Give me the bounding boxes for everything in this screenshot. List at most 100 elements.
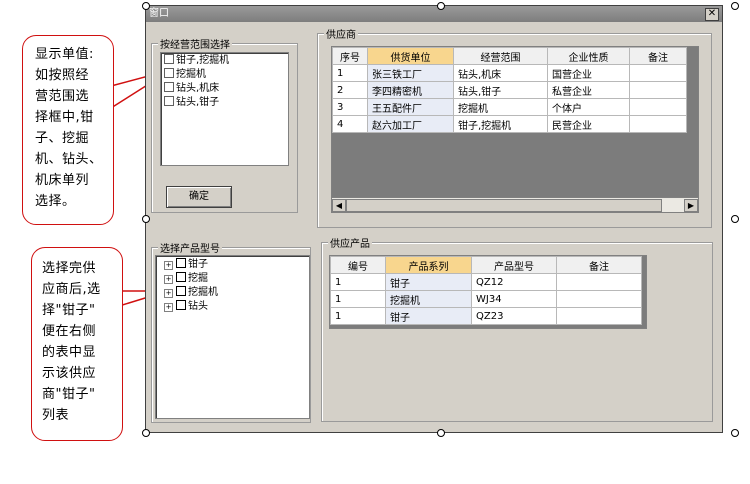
table-row[interactable]: 3 王五配件厂 挖掘机 个体户 xyxy=(332,98,687,116)
table-cell[interactable]: 钳子 xyxy=(385,273,472,291)
table-cell[interactable]: QZ23 xyxy=(471,307,557,325)
column-header[interactable]: 备注 xyxy=(556,256,642,274)
callout-top-line: 选择。 xyxy=(35,194,76,209)
table-cell[interactable] xyxy=(629,64,687,82)
resize-handle[interactable] xyxy=(437,429,445,437)
checkbox[interactable] xyxy=(164,96,174,106)
column-header[interactable]: 备注 xyxy=(629,47,687,65)
table-cell[interactable] xyxy=(629,115,687,133)
table-cell[interactable] xyxy=(629,81,687,99)
table-cell[interactable]: WJ34 xyxy=(471,290,557,308)
table-cell[interactable] xyxy=(629,98,687,116)
checkbox[interactable] xyxy=(164,54,174,64)
tree-node[interactable]: + 钻头 xyxy=(164,300,208,313)
column-header[interactable]: 序号 xyxy=(332,47,368,65)
checkbox[interactable] xyxy=(164,68,174,78)
table-cell[interactable]: 钻头,机床 xyxy=(453,64,548,82)
scope-item[interactable]: 挖掘机 xyxy=(164,68,206,81)
product-group: 供应产品 编号 产品系列 产品型号 备注 1 钳子 QZ12 1 挖掘机 WJ3… xyxy=(321,235,713,422)
table-cell[interactable]: 1 xyxy=(330,290,386,308)
table-row[interactable]: 1 张三铁工厂 钻头,机床 国营企业 xyxy=(332,64,687,82)
table-cell[interactable]: 李四精密机 xyxy=(367,81,454,99)
column-header[interactable]: 产品系列 xyxy=(385,256,472,274)
resize-handle[interactable] xyxy=(142,215,150,223)
table-cell[interactable]: 个体户 xyxy=(547,98,630,116)
title-bar[interactable]: 窗口 ✕ xyxy=(146,6,722,22)
tree-node-label: 挖掘机 xyxy=(188,287,218,298)
product-grid: 编号 产品系列 产品型号 备注 1 钳子 QZ12 1 挖掘机 WJ34 1 钳… xyxy=(330,256,642,325)
column-header[interactable]: 供货单位 xyxy=(367,47,454,65)
horizontal-scrollbar[interactable]: ◀ ▶ xyxy=(332,197,698,212)
scroll-thumb[interactable] xyxy=(346,199,662,212)
table-cell[interactable]: 1 xyxy=(330,307,386,325)
table-cell[interactable] xyxy=(556,273,642,291)
table-row[interactable]: 2 李四精密机 钻头,钳子 私营企业 xyxy=(332,81,687,99)
callout-top-line: 子、挖掘 xyxy=(35,131,90,146)
scroll-left-icon[interactable]: ◀ xyxy=(332,199,346,212)
table-cell[interactable]: 私营企业 xyxy=(547,81,630,99)
checkbox[interactable] xyxy=(176,258,186,268)
table-cell[interactable]: 4 xyxy=(332,115,368,133)
table-cell[interactable]: 3 xyxy=(332,98,368,116)
table-row[interactable]: 4 赵六加工厂 钳子,挖掘机 民营企业 xyxy=(332,115,687,133)
table-cell[interactable]: 2 xyxy=(332,81,368,99)
table-cell[interactable]: 1 xyxy=(330,273,386,291)
product-header-row: 编号 产品系列 产品型号 备注 xyxy=(330,256,642,274)
tree-node[interactable]: + 钳子 xyxy=(164,258,208,271)
table-cell[interactable] xyxy=(556,290,642,308)
table-cell[interactable] xyxy=(556,307,642,325)
tree-node-label: 挖掘 xyxy=(188,273,208,284)
confirm-button[interactable]: 确定 xyxy=(166,186,232,208)
table-cell[interactable]: 张三铁工厂 xyxy=(367,64,454,82)
product-table[interactable]: 编号 产品系列 产品型号 备注 1 钳子 QZ12 1 挖掘机 WJ34 1 钳… xyxy=(329,255,647,329)
table-cell[interactable]: 钻头,钳子 xyxy=(453,81,548,99)
resize-handle[interactable] xyxy=(142,429,150,437)
tree-node-label: 钳子 xyxy=(188,259,208,270)
table-cell[interactable]: 国营企业 xyxy=(547,64,630,82)
table-row[interactable]: 1 钳子 QZ23 xyxy=(330,307,642,325)
product-type-group-label: 选择产品型号 xyxy=(158,240,222,255)
checkbox[interactable] xyxy=(176,286,186,296)
checkbox[interactable] xyxy=(176,272,186,282)
expand-icon[interactable]: + xyxy=(164,303,173,312)
column-header[interactable]: 产品型号 xyxy=(471,256,557,274)
resize-handle[interactable] xyxy=(142,2,150,10)
table-cell[interactable]: 挖掘机 xyxy=(453,98,548,116)
tree-node[interactable]: + 挖掘机 xyxy=(164,286,218,299)
table-cell[interactable]: 王五配件厂 xyxy=(367,98,454,116)
scope-item[interactable]: 钻头,机床 xyxy=(164,82,219,95)
table-cell[interactable]: 挖掘机 xyxy=(385,290,472,308)
supplier-table[interactable]: 序号 供货单位 经营范围 企业性质 备注 1 张三铁工厂 钻头,机床 国营企业 xyxy=(331,46,699,213)
checkbox[interactable] xyxy=(176,300,186,310)
close-button[interactable]: ✕ xyxy=(705,8,719,21)
scroll-right-icon[interactable]: ▶ xyxy=(684,199,698,212)
scope-item[interactable]: 钻头,钳子 xyxy=(164,96,219,109)
scope-group: 按经营范围选择 钳子,挖掘机 挖掘机 钻头,机床 钻头,钳子 确定 xyxy=(151,36,298,213)
expand-icon[interactable]: + xyxy=(164,261,173,270)
scope-item-label: 挖掘机 xyxy=(176,69,206,80)
resize-handle[interactable] xyxy=(437,2,445,10)
table-cell[interactable]: 钳子,挖掘机 xyxy=(453,115,548,133)
product-type-tree[interactable]: + 钳子 + 挖掘 + 挖掘机 + 钻头 xyxy=(155,255,310,419)
scope-item[interactable]: 钳子,挖掘机 xyxy=(164,54,229,67)
resize-handle[interactable] xyxy=(731,429,739,437)
table-cell[interactable]: 民营企业 xyxy=(547,115,630,133)
column-header[interactable]: 编号 xyxy=(330,256,386,274)
table-cell[interactable]: 1 xyxy=(332,64,368,82)
column-header[interactable]: 经营范围 xyxy=(453,47,548,65)
table-cell[interactable]: 赵六加工厂 xyxy=(367,115,454,133)
resize-handle[interactable] xyxy=(731,2,739,10)
table-row[interactable]: 1 挖掘机 WJ34 xyxy=(330,290,642,308)
table-cell[interactable]: 钳子 xyxy=(385,307,472,325)
expand-icon[interactable]: + xyxy=(164,275,173,284)
resize-handle[interactable] xyxy=(731,215,739,223)
checkbox[interactable] xyxy=(164,82,174,92)
column-header[interactable]: 企业性质 xyxy=(547,47,630,65)
expand-icon[interactable]: + xyxy=(164,289,173,298)
table-row[interactable]: 1 钳子 QZ12 xyxy=(330,273,642,291)
callout-bottom-line: 的表中显 xyxy=(42,345,97,360)
tree-node[interactable]: + 挖掘 xyxy=(164,272,208,285)
table-cell[interactable]: QZ12 xyxy=(471,273,557,291)
scope-item-label: 钻头,钳子 xyxy=(176,97,220,108)
scope-checklist[interactable]: 钳子,挖掘机 挖掘机 钻头,机床 钻头,钳子 xyxy=(160,52,289,166)
